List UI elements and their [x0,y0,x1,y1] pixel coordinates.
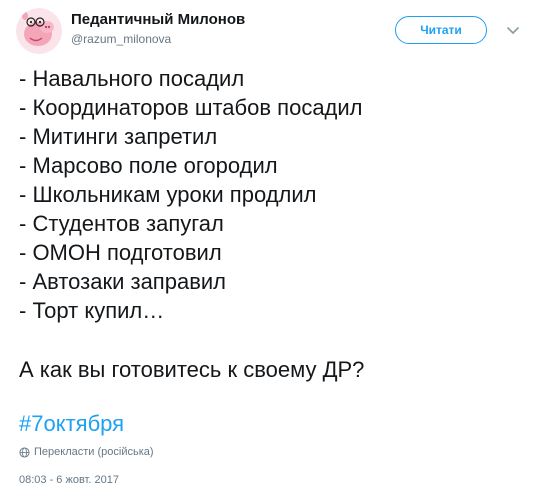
tweet-card: Педантичный Милонов @razum_milonova Чита… [0,0,537,498]
peppa-pig-avatar-icon[interactable] [16,8,62,54]
globe-icon [19,446,30,458]
translate-link[interactable]: Перекласти (російська) [19,446,154,458]
tweet-line: - Навального посадил [19,66,245,91]
translate-label: Перекласти (російська) [34,446,154,458]
tweet-line: - Митинги запретил [19,124,218,149]
tweet-line: - Торт купил… [19,298,165,323]
tweet-text: - Навального посадил - Координаторов шта… [19,64,363,325]
chevron-down-icon[interactable] [505,22,521,38]
tweet-line: - Автозаки заправил [19,269,227,294]
tweet-line: - ОМОН подготовил [19,240,222,265]
tweet-line: - Марсово поле огородил [19,153,278,178]
author-handle[interactable]: @razum_milonova [71,32,171,46]
tweet-timestamp[interactable]: 08:03 - 6 жовт. 2017 [19,474,119,486]
hashtag-link[interactable]: #7октября [19,409,124,438]
tweet-line: - Школьникам уроки продлил [19,182,317,207]
follow-button[interactable]: Читати [395,16,487,44]
tweet-line: - Координаторов штабов посадил [19,95,363,120]
tweet-line: - Студентов запугал [19,211,224,236]
tweet-question: А как вы готовитесь к своему ДР? [19,357,365,382]
author-name[interactable]: Педантичный Милонов [71,11,245,28]
